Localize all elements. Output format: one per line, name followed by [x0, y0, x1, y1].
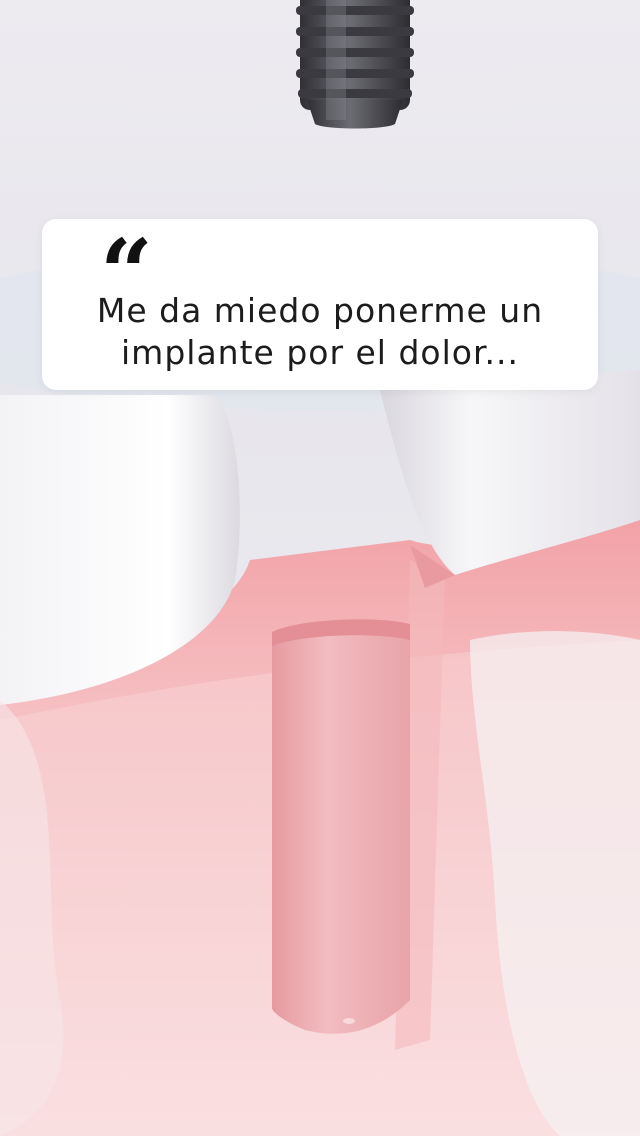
video-frame: “ Me da miedo ponerme un implante por el… [0, 0, 640, 1136]
implant-screw-icon [296, 0, 414, 129]
dental-illustration [0, 0, 640, 1136]
implant-socket [272, 619, 410, 1034]
quote-text: Me da miedo ponerme un implante por el d… [96, 291, 544, 372]
